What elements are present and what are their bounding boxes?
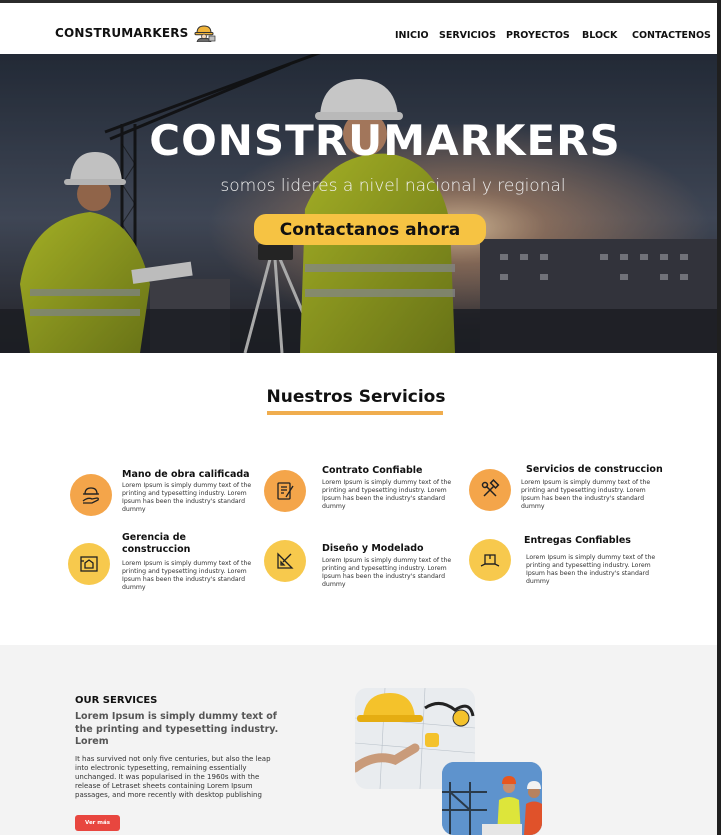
services-heading-underline xyxy=(267,411,443,415)
see-more-button[interactable]: Ver más xyxy=(75,815,120,831)
our-services-body: It has survived not only five centuries,… xyxy=(75,755,271,799)
services-heading: Nuestros Servicios xyxy=(266,387,446,407)
service-description: Lorem Ipsum is simply dummy text of the … xyxy=(526,554,656,585)
contract-pen-icon xyxy=(264,470,306,512)
service-title: Entregas Confiables xyxy=(524,535,631,546)
worker-hand-icon xyxy=(70,474,112,516)
nav-servicios[interactable]: SERVICIOS xyxy=(439,30,496,41)
service-description: Lorem Ipsum is simply dummy text of the … xyxy=(322,479,452,510)
nav-contactenos[interactable]: CONTACTENOS xyxy=(632,30,711,41)
service-title: Mano de obra calificada xyxy=(122,469,250,480)
hero-title: CONSTRUMARKERS xyxy=(149,116,621,165)
delivery-box-icon xyxy=(469,539,511,581)
service-title: Servicios de construccion xyxy=(526,464,663,475)
service-description: Lorem Ipsum is simply dummy text of the … xyxy=(122,560,252,591)
service-description: Lorem Ipsum is simply dummy text of the … xyxy=(122,482,252,513)
ruler-pencil-icon xyxy=(264,540,306,582)
service-title: Gerencia de construccion xyxy=(122,532,191,555)
nav-proyectos[interactable]: PROYECTOS xyxy=(506,30,570,41)
service-description: Lorem Ipsum is simply dummy text of the … xyxy=(322,557,452,588)
main-nav: INICIO SERVICIOS PROYECTOS BLOCK CONTACT… xyxy=(0,30,717,44)
hammer-wrench-icon xyxy=(469,469,511,511)
building-blueprint-icon xyxy=(68,543,110,585)
hero-background-image xyxy=(0,54,717,353)
hero-subtitle: somos lideres a nivel nacional y regiona… xyxy=(220,176,566,196)
contact-now-button[interactable]: Contactanos ahora xyxy=(254,214,486,245)
service-title: Diseño y Modelado xyxy=(322,543,424,554)
site-header: CONSTRUMARKERS INICIO SERVICIOS PROYECTO… xyxy=(0,3,717,54)
nav-inicio[interactable]: INICIO xyxy=(395,30,429,41)
hero-banner: CONSTRUMARKERS somos lideres a nivel nac… xyxy=(0,54,717,353)
nav-block[interactable]: BLOCK xyxy=(582,30,617,41)
right-border xyxy=(717,0,721,835)
our-services-lead: Lorem Ipsum is simply dummy text of the … xyxy=(75,711,279,747)
service-description: Lorem Ipsum is simply dummy text of the … xyxy=(521,479,651,510)
our-services-section: OUR SERVICES Lorem Ipsum is simply dummy… xyxy=(0,645,717,835)
workers-on-site-image xyxy=(442,762,542,835)
our-services-title: OUR SERVICES xyxy=(75,695,158,706)
service-title: Contrato Confiable xyxy=(322,465,423,476)
